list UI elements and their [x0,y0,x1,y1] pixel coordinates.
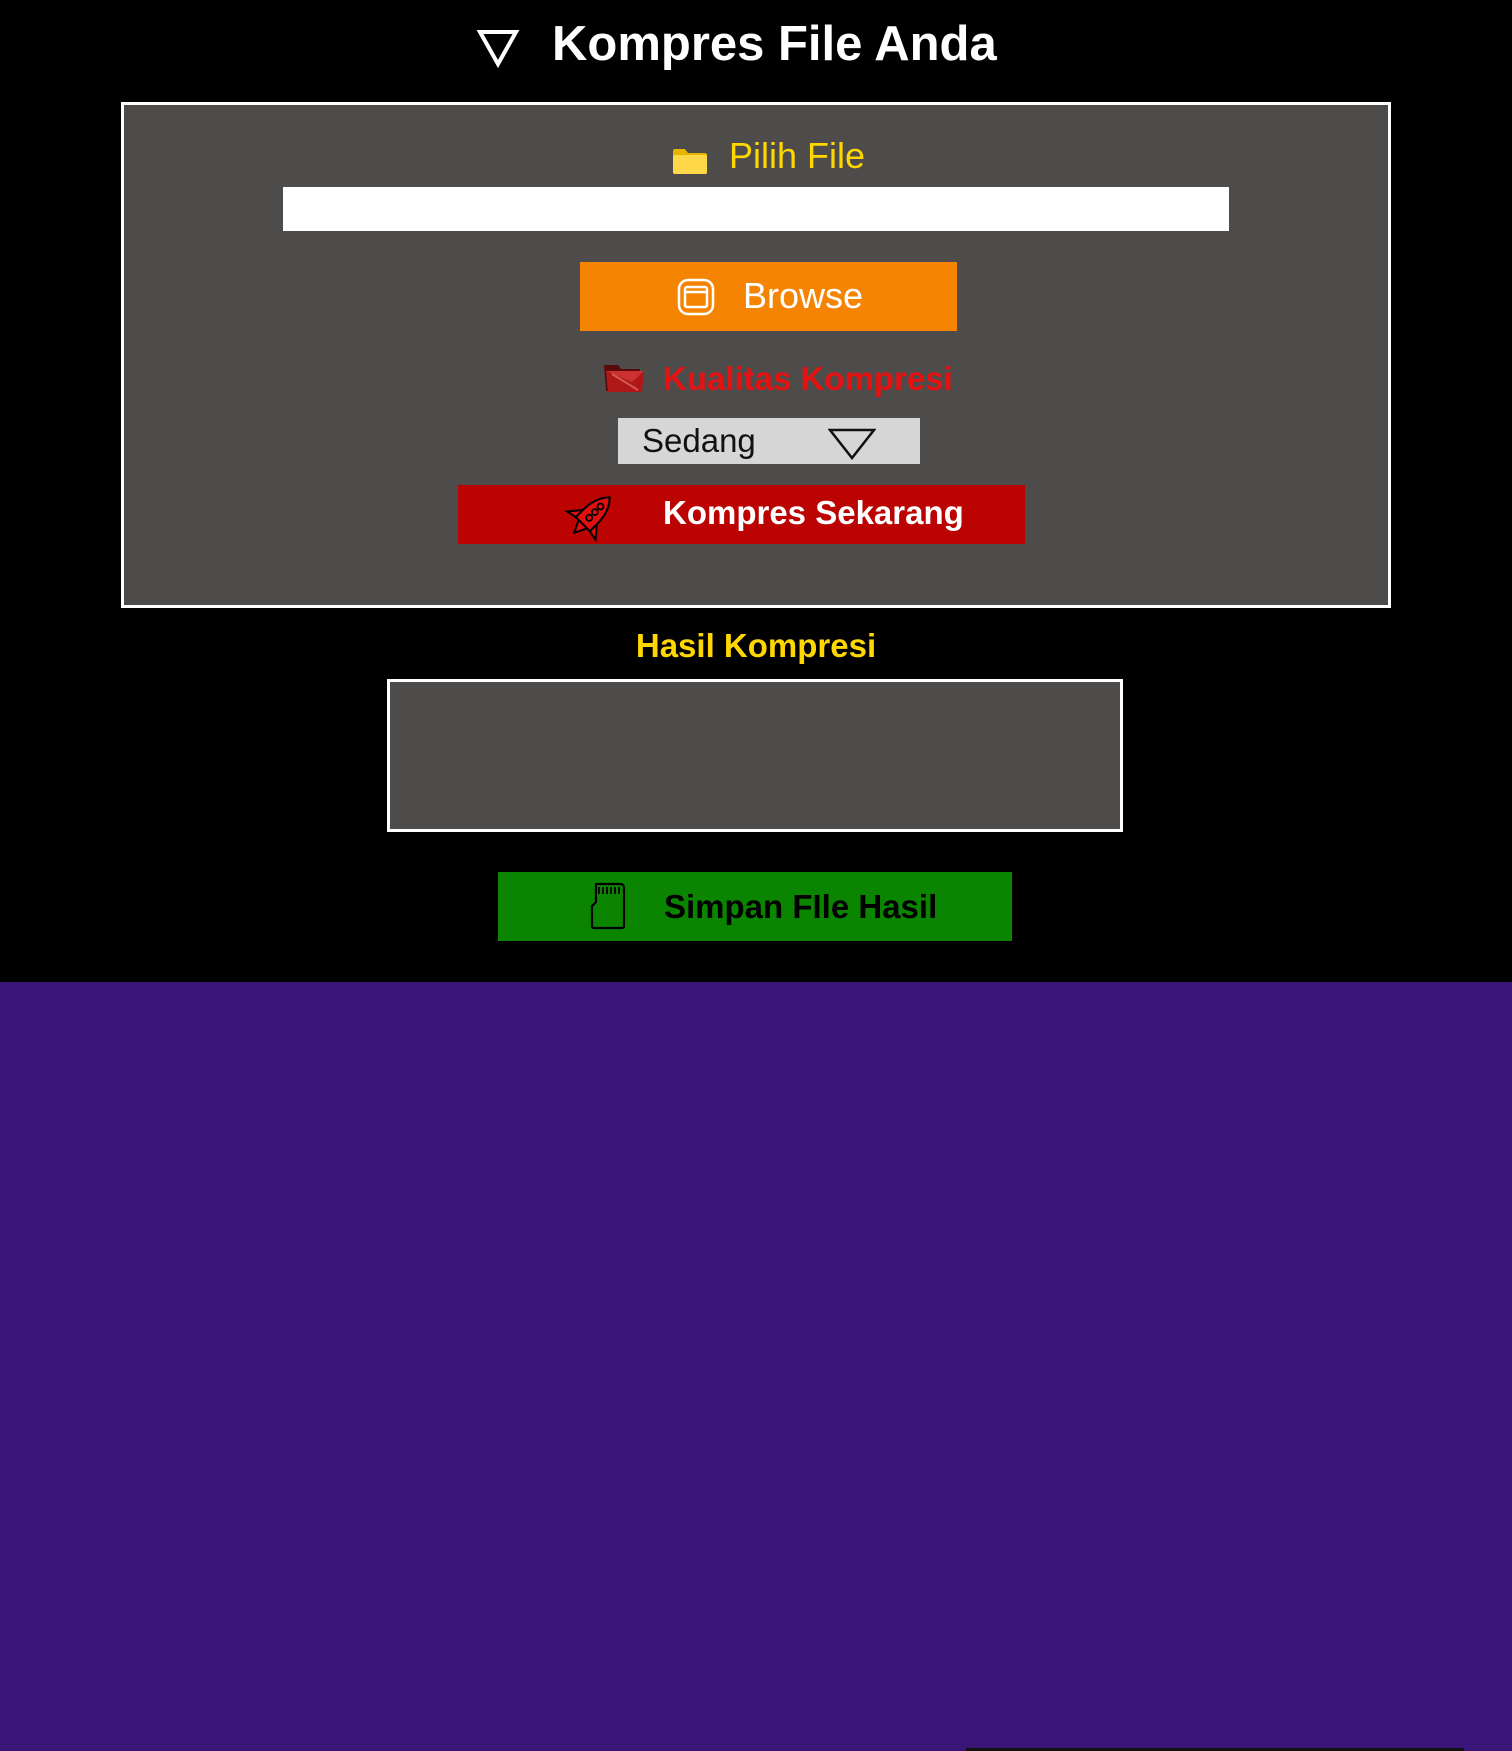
save-result-button[interactable]: Simpan FIle Hasil [498,872,1012,941]
quality-label-row: Kualitas Kompresi [124,353,1388,403]
triangle-down-icon [476,30,520,69]
top-area: Kompres File Anda Pilih File Browse Kual… [0,0,1512,982]
compress-panel: Pilih File Browse Kualitas Kompresi Seda… [121,102,1391,608]
folder-icon [673,149,707,174]
page-header: Kompres File Anda [0,0,1512,92]
quality-select-value: Sedang [642,422,756,459]
page-title: Kompres File Anda [552,17,997,71]
file-label-row: Pilih File [124,131,1388,181]
file-path-input[interactable] [283,187,1229,231]
browse-button-label: Browse [743,275,864,316]
sd-card-icon [590,882,626,930]
chevron-down-icon [828,428,876,460]
file-label: Pilih File [729,135,866,176]
rocket-icon [564,496,611,542]
compress-button[interactable]: Kompres Sekarang [458,485,1025,544]
compress-button-label: Kompres Sekarang [663,494,964,531]
quality-label: Kualitas Kompresi [663,360,953,397]
save-button-label: Simpan FIle Hasil [664,888,938,925]
result-title: Hasil Kompresi [635,627,877,664]
window-icon [677,278,715,316]
browse-button[interactable]: Browse [580,262,957,331]
quality-select[interactable]: Sedang [618,418,920,464]
red-folder-icon [604,365,644,392]
result-output-box [387,679,1123,832]
